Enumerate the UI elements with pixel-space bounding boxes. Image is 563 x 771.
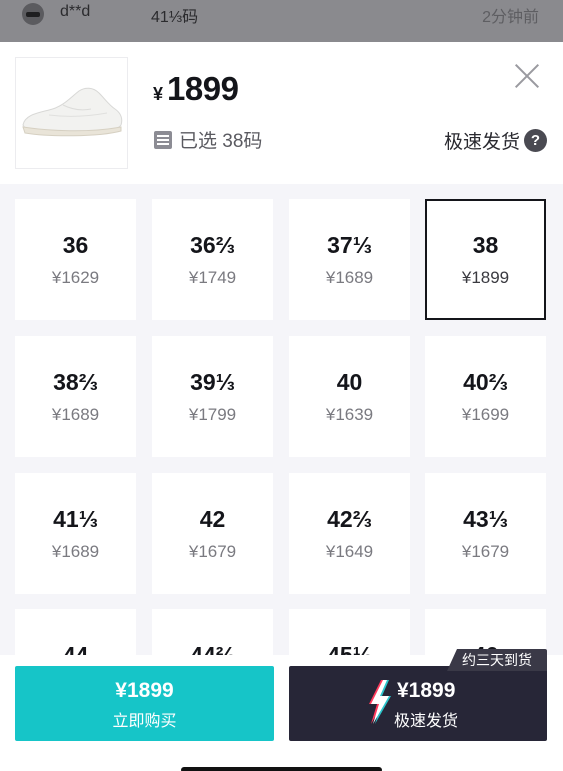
close-icon[interactable] <box>513 62 541 90</box>
size-price: ¥1639 <box>325 405 374 424</box>
selected-size-info: 已选 38码 <box>154 126 262 153</box>
question-icon[interactable]: ? <box>524 129 547 152</box>
size-option[interactable]: 37⅓ ¥1689 <box>289 199 410 320</box>
sheet-header: ¥ 1899 已选 38码 极速发货 ? <box>0 42 563 184</box>
size-option[interactable]: 45⅓ <box>289 609 410 655</box>
buy-now-button[interactable]: ¥1899 立即购买 <box>15 666 274 741</box>
buy-now-label: 立即购买 <box>112 713 177 730</box>
lightning-icon <box>369 680 391 724</box>
size-price: ¥1629 <box>51 268 100 287</box>
size-label: 37⅓ <box>327 232 372 258</box>
size-label: 36 <box>62 232 89 258</box>
size-option[interactable]: 46 <box>425 609 546 655</box>
size-label: 42 <box>199 506 226 532</box>
size-option[interactable]: 42 ¥1679 <box>152 473 273 594</box>
size-price: ¥1899 <box>461 268 510 287</box>
currency-symbol: ¥ <box>153 84 164 104</box>
size-price: ¥1689 <box>51 542 100 561</box>
size-option[interactable]: 43⅓ ¥1679 <box>425 473 546 594</box>
current-price: ¥ 1899 <box>153 70 239 108</box>
express-buy-price: ¥1899 <box>397 679 456 702</box>
home-indicator <box>181 767 382 771</box>
size-price: ¥1699 <box>461 405 510 424</box>
selected-size-label: 已选 38码 <box>179 131 263 152</box>
purchased-size: 41⅓码 <box>151 9 199 26</box>
purchase-time: 2分钟前 <box>482 9 539 26</box>
size-option[interactable]: 38 ¥1899 <box>425 199 546 320</box>
express-shipping-info[interactable]: 极速发货 ? <box>444 127 547 154</box>
size-label: 38⅔ <box>53 369 98 395</box>
size-price: ¥1649 <box>325 542 374 561</box>
action-bar: ¥1899 立即购买 ¥1899 极速发货 约三天到货 <box>0 649 563 771</box>
size-option[interactable]: 36⅔ ¥1749 <box>152 199 273 320</box>
express-buy-label: 极速发货 <box>394 713 459 730</box>
size-price: ¥1689 <box>325 268 374 287</box>
list-icon <box>154 130 172 149</box>
size-option[interactable]: 41⅓ ¥1689 <box>15 473 136 594</box>
size-price: ¥1679 <box>188 542 237 561</box>
buy-now-price: ¥1899 <box>115 679 174 702</box>
size-option[interactable]: 38⅔ ¥1689 <box>15 336 136 457</box>
size-label: 42⅔ <box>327 506 372 532</box>
size-label: 40⅔ <box>463 369 508 395</box>
express-shipping-label: 极速发货 <box>443 132 520 153</box>
express-buy-button[interactable]: ¥1899 极速发货 <box>289 666 547 741</box>
price-value: 1899 <box>167 70 239 107</box>
size-price: ¥1679 <box>461 542 510 561</box>
size-label: 45⅓ <box>327 642 372 655</box>
size-label: 39⅓ <box>190 369 235 395</box>
size-option[interactable]: 36 ¥1629 <box>15 199 136 320</box>
size-price: ¥1799 <box>188 405 237 424</box>
size-label: 36⅔ <box>190 232 235 258</box>
recent-purchase-row: d**d 41⅓码 2分钟前 <box>0 0 563 28</box>
size-option[interactable]: 44 <box>15 609 136 655</box>
size-label: 44 <box>62 642 89 655</box>
delivery-estimate-badge: 约三天到货 <box>447 649 547 671</box>
size-price: ¥1689 <box>51 405 100 424</box>
backdrop-overlay: d**d 41⅓码 2分钟前 <box>0 0 563 42</box>
size-grid: 36 ¥1629 36⅔ ¥1749 37⅓ ¥1689 38 ¥1899 38⅔ ¥1689 39… <box>0 184 563 655</box>
product-image <box>15 57 128 169</box>
avatar <box>22 3 44 25</box>
sneaker-image <box>21 87 122 137</box>
size-label: 41⅓ <box>53 506 98 532</box>
size-label: 40 <box>336 369 363 395</box>
size-option[interactable]: 44⅔ <box>152 609 273 655</box>
size-option[interactable]: 40 ¥1639 <box>289 336 410 457</box>
size-label: 43⅓ <box>463 506 508 532</box>
size-option[interactable]: 42⅔ ¥1649 <box>289 473 410 594</box>
size-picker-sheet: ¥ 1899 已选 38码 极速发货 ? 36 ¥1629 36⅔ ¥1749 37⅓ ¥… <box>0 42 563 771</box>
size-price: ¥1749 <box>188 268 237 287</box>
size-option[interactable]: 39⅓ ¥1799 <box>152 336 273 457</box>
size-label: 44⅔ <box>190 642 235 655</box>
size-option[interactable]: 40⅔ ¥1699 <box>425 336 546 457</box>
size-label: 38 <box>472 232 499 258</box>
buyer-name: d**d <box>60 3 91 20</box>
